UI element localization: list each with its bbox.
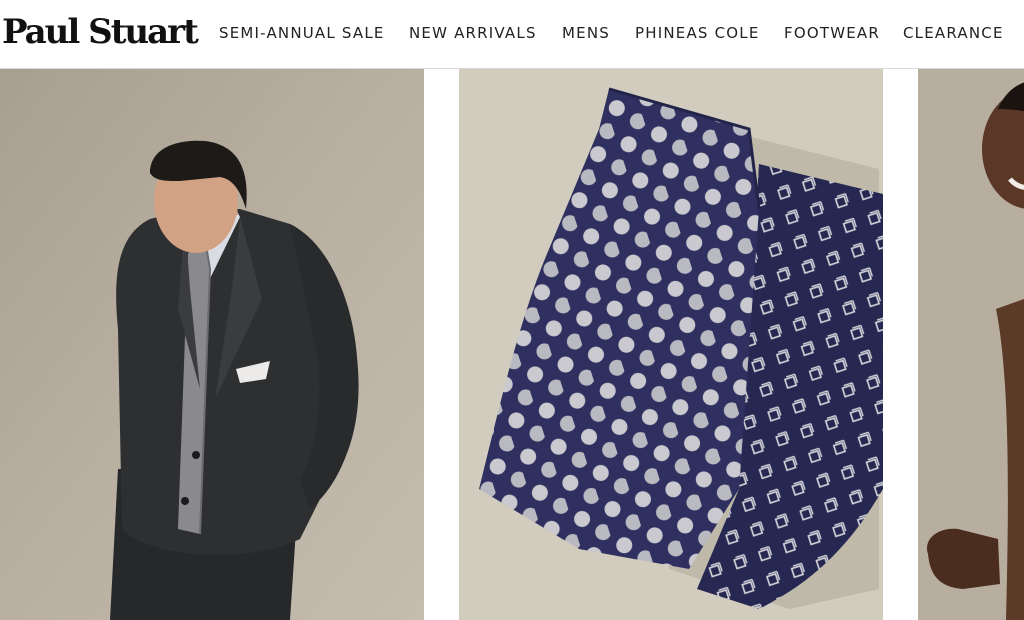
nav-item-clearance[interactable]: CLEARANCE [903, 23, 1004, 43]
product-tile-ties[interactable] [459, 69, 883, 620]
suit-model-image [0, 69, 424, 620]
nav-item-phineas-cole[interactable]: PHINEAS COLE [635, 23, 760, 43]
nav-item-semi-annual-sale[interactable]: SEMI-ANNUAL SALE [219, 23, 385, 43]
nav-item-mens[interactable]: MENS [562, 23, 610, 43]
nav-item-footwear[interactable]: FOOTWEAR [784, 23, 880, 43]
product-tile-suit[interactable] [0, 69, 424, 620]
nav-item-new-arrivals[interactable]: NEW ARRIVALS [409, 23, 537, 43]
product-tile-casual[interactable] [918, 69, 1024, 620]
ties-image [459, 69, 883, 620]
casual-model-image [918, 69, 1024, 620]
brand-logo[interactable]: Paul Stuart [2, 10, 199, 54]
site-header: Paul Stuart SEMI-ANNUAL SALE NEW ARRIVAL… [0, 0, 1024, 69]
